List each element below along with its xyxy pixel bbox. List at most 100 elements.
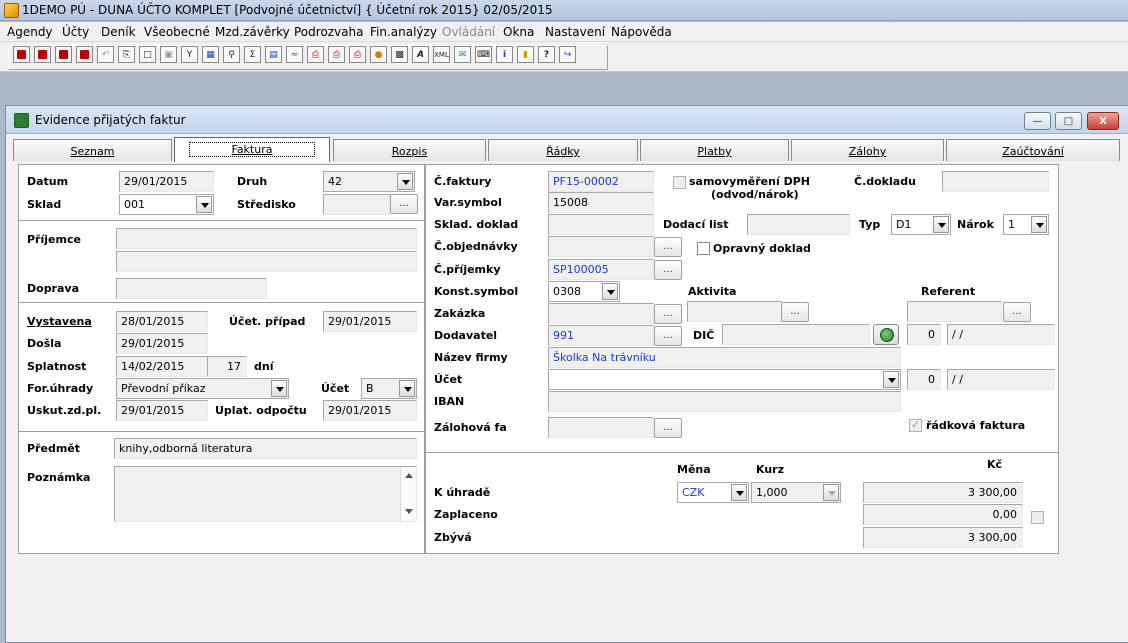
- next-record-icon[interactable]: [55, 46, 72, 63]
- opravny-checkbox[interactable]: [697, 242, 710, 255]
- new-doc-icon[interactable]: □: [139, 46, 156, 63]
- stredisko-browse-button[interactable]: ...: [390, 194, 418, 214]
- splatnost-days-field[interactable]: 17: [207, 356, 247, 377]
- exit-icon[interactable]: ↪: [559, 46, 576, 63]
- menu-nastaveni[interactable]: Nastavení: [545, 25, 605, 39]
- datum-field[interactable]: 29/01/2015: [119, 171, 214, 192]
- iban-field[interactable]: [548, 391, 901, 412]
- c-objednavky-browse-button[interactable]: ...: [654, 237, 682, 257]
- poznamka-textarea[interactable]: [114, 466, 417, 522]
- narok-select[interactable]: 1: [1003, 214, 1049, 235]
- filter-icon[interactable]: Y: [181, 46, 198, 63]
- zalohova-fa-field[interactable]: [548, 417, 654, 438]
- search-icon[interactable]: ⚲: [223, 46, 240, 63]
- menu-fin-analyzy[interactable]: Fin.analýzy: [370, 25, 437, 39]
- tab-zauctovani[interactable]: Zaúčtování: [946, 139, 1120, 161]
- menu-denik[interactable]: Deník: [101, 25, 136, 39]
- zalohova-fa-browse-button[interactable]: ...: [654, 418, 682, 438]
- report-icon[interactable]: ▤: [265, 46, 282, 63]
- poznamka-scrollbar[interactable]: [400, 467, 416, 521]
- referent-field[interactable]: [907, 301, 1002, 322]
- ucet-select-right[interactable]: [548, 369, 901, 390]
- printer2-icon[interactable]: ⎙: [328, 46, 345, 63]
- folder-icon[interactable]: ▮: [517, 46, 534, 63]
- chevron-down-icon[interactable]: [397, 173, 413, 190]
- preview-icon[interactable]: ▩: [391, 46, 408, 63]
- menu-okna[interactable]: Okna: [503, 25, 534, 39]
- first-record-icon[interactable]: [13, 46, 30, 63]
- menu-podrozvaha[interactable]: Podrozvaha: [294, 25, 364, 39]
- prijemce-field-2[interactable]: [116, 251, 417, 272]
- copy-icon[interactable]: ⎘: [118, 46, 135, 63]
- doprava-field[interactable]: [116, 278, 267, 299]
- restore-button[interactable]: □: [1055, 112, 1082, 130]
- mena-select[interactable]: CZK: [677, 482, 749, 503]
- chart-icon[interactable]: ≈: [286, 46, 303, 63]
- menu-vseobecne[interactable]: Všeobecné: [144, 25, 210, 39]
- ucet-pripad-field[interactable]: 29/01/2015: [323, 311, 417, 332]
- mail-icon[interactable]: ✉: [454, 46, 471, 63]
- zakazka-browse-button[interactable]: ...: [654, 304, 682, 324]
- radkova-faktura-checkbox[interactable]: [909, 418, 922, 432]
- c-objednavky-field[interactable]: [548, 236, 654, 257]
- help-icon[interactable]: ?: [538, 46, 555, 63]
- kurz-select[interactable]: 1,000: [751, 482, 841, 503]
- info-icon[interactable]: i: [496, 46, 513, 63]
- zakazka-field[interactable]: [548, 303, 654, 324]
- chevron-down-icon[interactable]: [271, 380, 287, 397]
- tab-rozpis[interactable]: Rozpis: [333, 139, 486, 161]
- tab-platby[interactable]: Platby: [640, 139, 789, 161]
- prijemce-field-1[interactable]: [116, 228, 417, 249]
- chevron-down-icon[interactable]: [399, 380, 415, 397]
- predmet-field[interactable]: knihy,odborná literatura: [114, 438, 417, 459]
- samovymereni-checkbox[interactable]: [673, 176, 686, 189]
- menu-mzd-zaverky[interactable]: Mzd.závěrky: [215, 25, 290, 39]
- aktivita-field[interactable]: [687, 301, 782, 322]
- export-icon[interactable]: ●: [370, 46, 387, 63]
- grid-icon[interactable]: ▦: [202, 46, 219, 63]
- save-icon[interactable]: ▣: [160, 46, 177, 63]
- chevron-down-icon[interactable]: [823, 484, 839, 501]
- globe-icon[interactable]: [873, 324, 899, 345]
- dodaci-list-field[interactable]: [747, 214, 850, 235]
- close-button[interactable]: X: [1087, 112, 1119, 130]
- uskut-field[interactable]: 29/01/2015: [116, 400, 208, 421]
- tab-zalohy[interactable]: Zálohy: [791, 139, 944, 161]
- font-icon[interactable]: A: [412, 46, 429, 63]
- zaplaceno-checkbox[interactable]: [1031, 511, 1044, 524]
- xml-icon[interactable]: XML: [433, 46, 450, 63]
- scroll-up-icon[interactable]: [405, 473, 413, 478]
- keyboard-icon[interactable]: ⌨: [475, 46, 492, 63]
- prev-record-icon[interactable]: [34, 46, 51, 63]
- menu-agendy[interactable]: Agendy: [7, 25, 53, 39]
- undo-icon[interactable]: ↶: [97, 46, 114, 63]
- chevron-down-icon[interactable]: [731, 484, 747, 501]
- c-dokladu-field[interactable]: [942, 171, 1049, 192]
- tab-seznam[interactable]: Seznam: [13, 139, 172, 161]
- chevron-down-icon[interactable]: [196, 196, 212, 213]
- druh-select[interactable]: 42: [323, 171, 415, 192]
- uplat-field[interactable]: 29/01/2015: [323, 400, 417, 421]
- minimize-button[interactable]: —: [1024, 112, 1051, 130]
- print-icon[interactable]: ⎙: [307, 46, 324, 63]
- menu-ovladani[interactable]: Ovládání: [442, 25, 495, 39]
- tab-faktura[interactable]: Faktura: [174, 137, 330, 162]
- ucet-select[interactable]: B: [361, 378, 417, 399]
- c-prijemky-field[interactable]: SP100005: [548, 259, 654, 280]
- last-record-icon[interactable]: [76, 46, 93, 63]
- chevron-down-icon[interactable]: [933, 216, 949, 233]
- referent-browse-button[interactable]: ...: [1003, 302, 1031, 322]
- var-symbol-field[interactable]: 15008: [548, 192, 654, 213]
- c-prijemky-browse-button[interactable]: ...: [654, 260, 682, 280]
- scroll-down-icon[interactable]: [405, 509, 413, 514]
- nazev-firmy-field[interactable]: Školka Na trávníku: [548, 347, 901, 368]
- menu-napoveda[interactable]: Nápověda: [611, 25, 672, 39]
- sklad-doklad-field[interactable]: [548, 214, 654, 235]
- menu-ucty[interactable]: Účty: [62, 25, 89, 39]
- sklad-select[interactable]: 001: [119, 194, 214, 215]
- printer3-icon[interactable]: ⎙: [349, 46, 366, 63]
- konst-select[interactable]: 0308: [548, 281, 620, 302]
- dodavatel-field[interactable]: 991: [548, 325, 654, 346]
- for-uhrady-select[interactable]: Převodní příkaz: [116, 378, 289, 399]
- splatnost-field[interactable]: 14/02/2015: [116, 356, 208, 377]
